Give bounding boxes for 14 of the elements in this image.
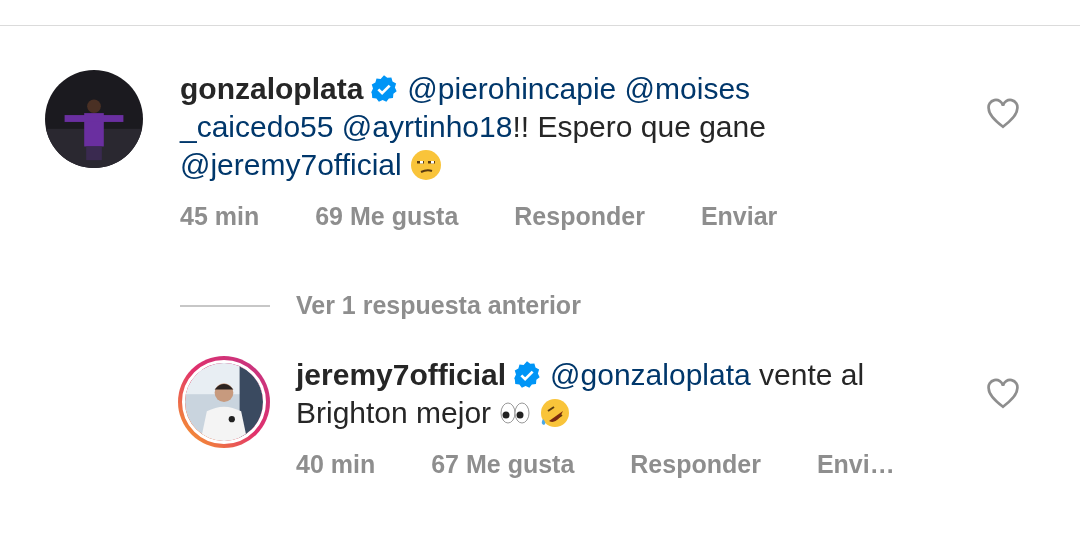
mention-link[interactable]: _caicedo55 [180, 110, 334, 143]
comment-time: 45 min [180, 202, 260, 231]
comment-text: gonzaloplata @pierohincapie @moises _caicedo55 @ayrtinho18!! Espero que gane @jeremy7official [180, 71, 767, 183]
unamused-face-icon [409, 149, 442, 181]
mention-link[interactable]: @pierohincapie [407, 72, 617, 105]
mention-link[interactable]: @jeremy7official [180, 148, 402, 181]
mention-link[interactable]: @moises [624, 72, 751, 105]
username-link[interactable]: gonzaloplata [180, 72, 364, 105]
laughing-face-icon [539, 397, 572, 429]
comment-text: jeremy7official @gonzaloplata vente al Brighton mejor [296, 357, 866, 431]
mention-link[interactable]: @gonzaloplata [550, 358, 751, 391]
username-link[interactable]: jeremy7official [296, 358, 507, 391]
mention-link[interactable]: @ayrtinho18 [341, 110, 513, 143]
comment-time: 40 min [296, 450, 376, 479]
